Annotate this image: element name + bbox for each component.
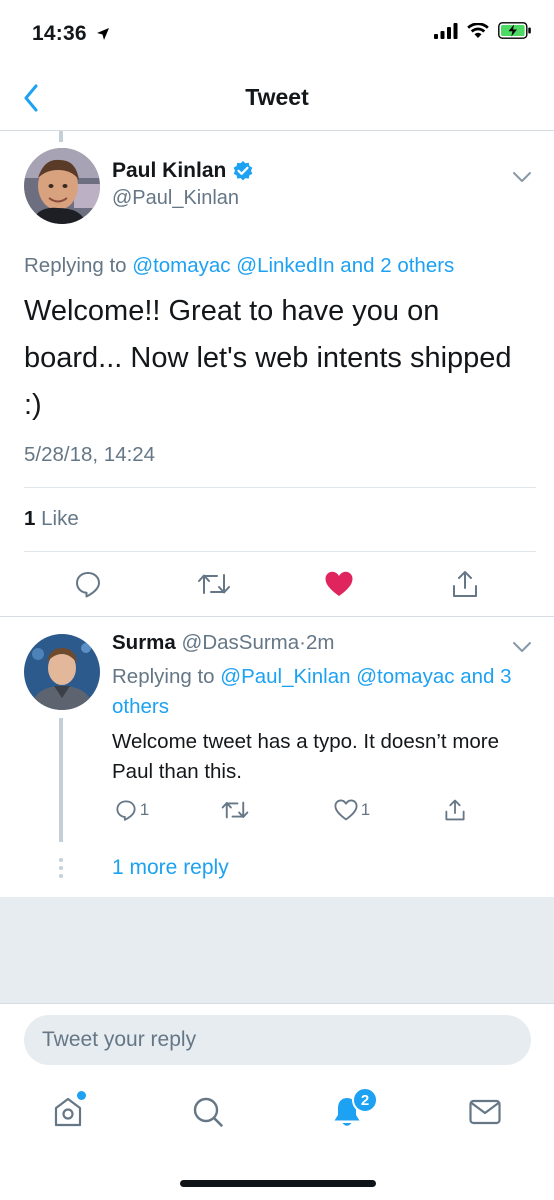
- location-arrow-icon: [96, 28, 109, 40]
- mention-link[interactable]: @tomayac: [356, 665, 454, 688]
- status-bar: 14:36: [0, 0, 554, 66]
- avatar-image: [24, 148, 100, 224]
- reply-icon: [116, 800, 136, 821]
- thread-connector: [59, 718, 63, 842]
- reply-header: Surma @DasSurma·2m: [112, 631, 334, 655]
- thread-connector: [59, 131, 63, 142]
- status-time: 14:36: [32, 22, 110, 46]
- home-unread-dot: [77, 1091, 86, 1100]
- mention-link[interactable]: @Paul_Kinlan: [220, 665, 350, 688]
- author-name[interactable]: Paul Kinlan: [112, 159, 254, 183]
- reply-button[interactable]: 1: [110, 796, 154, 824]
- share-button[interactable]: [447, 567, 483, 601]
- heart-icon: [334, 799, 358, 821]
- author-handle[interactable]: @Paul_Kinlan: [112, 187, 239, 210]
- retweet-icon: [198, 574, 230, 594]
- search-icon: [193, 1097, 223, 1127]
- replying-and: and: [340, 254, 375, 277]
- replying-to: Replying to @tomayac @LinkedIn and 2 oth…: [24, 254, 454, 278]
- replying-to: Replying to @Paul_Kinlan @tomayac and 3 …: [112, 662, 522, 722]
- mention-link[interactable]: @tomayac: [132, 254, 230, 277]
- meta-separator: ·: [299, 631, 306, 654]
- reply-time: 2m: [306, 631, 335, 654]
- tweet-text: Welcome!! Great to have you on board... …: [24, 295, 512, 421]
- reply-icon: [76, 572, 100, 598]
- nav-header: Tweet: [0, 66, 554, 131]
- status-icons: [434, 22, 532, 39]
- reply-input[interactable]: [24, 1015, 531, 1065]
- replying-prefix: Replying to: [112, 665, 215, 688]
- divider: [24, 551, 536, 552]
- tweet-options-button[interactable]: [512, 640, 532, 652]
- avatar[interactable]: [24, 634, 100, 710]
- avatar-image: [24, 634, 100, 710]
- chevron-down-icon: [513, 172, 531, 182]
- tweet-timestamp: 5/28/18, 14:24: [24, 443, 156, 466]
- avatar[interactable]: [24, 148, 100, 224]
- like-count: 1: [360, 800, 371, 819]
- status-time-text: 14:36: [32, 22, 87, 45]
- reply-count: 1: [139, 800, 150, 819]
- share-button[interactable]: [440, 796, 470, 824]
- reply-text: Welcome tweet has a typo. It doesn’t mor…: [112, 730, 500, 783]
- divider: [24, 487, 536, 488]
- battery-charging-icon: [498, 22, 531, 39]
- share-icon: [445, 799, 465, 821]
- heart-filled-icon: [325, 571, 353, 596]
- tab-messages[interactable]: [463, 1090, 507, 1134]
- retweet-button[interactable]: [194, 567, 234, 601]
- wifi-icon: [467, 22, 489, 38]
- author-name[interactable]: Surma: [112, 631, 176, 654]
- replying-prefix: Replying to: [24, 254, 127, 277]
- like-count-number: 1: [24, 507, 36, 530]
- thread-dots: [59, 858, 63, 878]
- verified-badge-icon: [234, 161, 253, 181]
- empty-area: [0, 897, 554, 1003]
- like-count-label: Like: [41, 507, 79, 530]
- mail-icon: [469, 1099, 501, 1125]
- notification-badge: 2: [352, 1087, 378, 1113]
- chevron-down-icon: [513, 642, 531, 652]
- home-indicator: [180, 1180, 376, 1187]
- retweet-icon: [221, 801, 249, 819]
- author-handle[interactable]: @DasSurma: [182, 631, 300, 654]
- home-icon: [54, 1097, 82, 1127]
- likes-count[interactable]: 1 Like: [24, 507, 79, 531]
- tweet-options-button[interactable]: [512, 170, 532, 182]
- cellular-signal-icon: [434, 22, 458, 39]
- like-button[interactable]: 1: [330, 796, 374, 824]
- mention-link[interactable]: @LinkedIn: [236, 254, 334, 277]
- share-icon: [453, 571, 477, 597]
- divider: [0, 616, 554, 617]
- retweet-button[interactable]: [218, 796, 252, 824]
- like-button[interactable]: [321, 567, 357, 601]
- tab-search[interactable]: [186, 1090, 230, 1134]
- reply-button[interactable]: [70, 567, 106, 601]
- others-link[interactable]: 2 others: [380, 254, 454, 277]
- page-title: Tweet: [245, 84, 309, 110]
- more-replies-link[interactable]: 1 more reply: [112, 856, 229, 880]
- author-name-text: Paul Kinlan: [112, 159, 227, 182]
